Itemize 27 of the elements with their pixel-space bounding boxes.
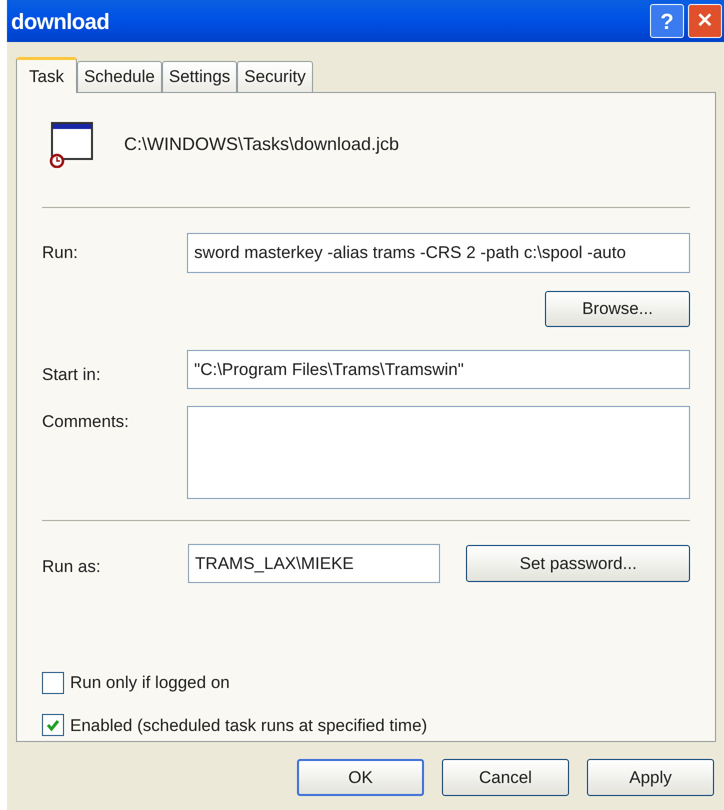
comments-label: Comments:: [42, 411, 130, 433]
dialog-button[interactable]: OK: [297, 759, 424, 796]
run-as-label: Run as:: [42, 556, 102, 578]
help-button[interactable]: ?: [650, 4, 684, 38]
window-title: download: [11, 8, 110, 36]
close-button[interactable]: ✕: [688, 4, 722, 38]
run-as-field[interactable]: TRAMS_LAX\MIEKE: [188, 544, 440, 583]
checkmark-icon: [45, 717, 61, 734]
checkbox-label: Run only if logged on: [70, 672, 230, 694]
scheduled-task-icon: [49, 120, 95, 168]
set-password-button[interactable]: Set password...: [466, 545, 690, 582]
dialog-button[interactable]: Cancel: [442, 759, 569, 796]
checkbox[interactable]: [42, 672, 64, 694]
run-label: Run:: [42, 242, 79, 264]
start-in-label: Start in:: [42, 364, 102, 386]
tab[interactable]: Security: [237, 61, 313, 92]
run-field[interactable]: sword masterkey -alias trams -CRS 2 -path c:\spool -auto: [187, 233, 690, 273]
browse-button[interactable]: Browse...: [545, 291, 690, 327]
comments-field[interactable]: [187, 406, 690, 499]
checkbox[interactable]: [42, 714, 64, 736]
task-path: C:\WINDOWS\Tasks\download.jcb: [124, 132, 400, 156]
dialog-button[interactable]: Apply: [587, 759, 714, 796]
tab[interactable]: Settings: [162, 61, 238, 92]
tab[interactable]: Schedule: [76, 61, 162, 92]
checkbox-label: Enabled (scheduled task runs at specified time): [70, 714, 428, 736]
start-in-field[interactable]: "C:\Program Files\Trams\Tramswin": [187, 350, 690, 389]
tab[interactable]: Task: [16, 57, 77, 93]
